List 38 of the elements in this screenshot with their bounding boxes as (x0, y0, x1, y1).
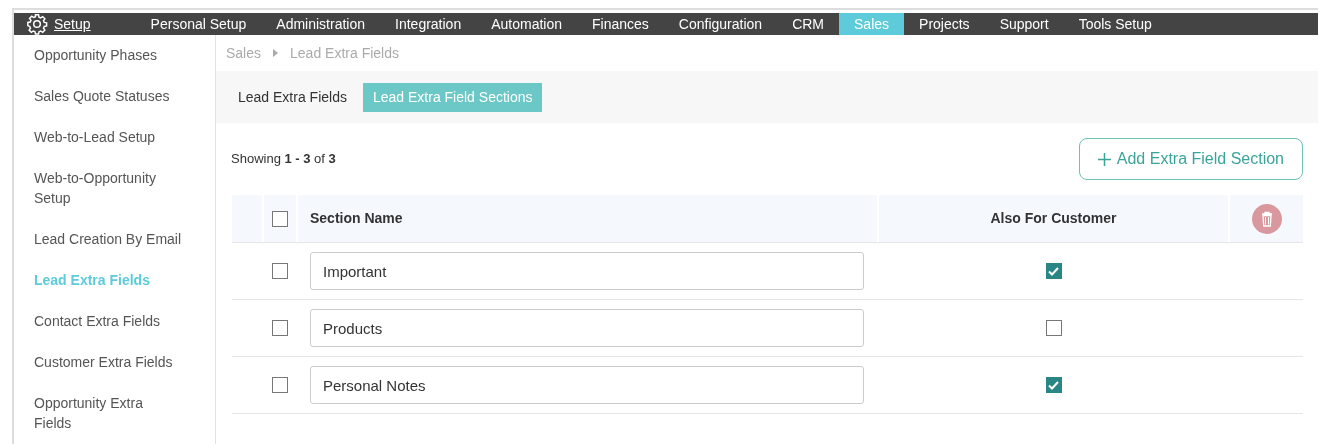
section-name-field[interactable]: Personal Notes (310, 366, 864, 404)
row-checkbox[interactable] (272, 263, 288, 279)
column-header: Section Name (310, 209, 403, 228)
also-for-customer-checkbox[interactable] (1045, 320, 1062, 336)
also-for-customer-checkbox[interactable] (1045, 377, 1062, 393)
sidebar-item[interactable]: Web-to-Lead Setup (34, 127, 184, 147)
select-all-checkbox[interactable] (272, 210, 288, 227)
nav-item[interactable]: Tools Setup (1063, 13, 1167, 35)
plus-icon (1097, 152, 1111, 166)
sidebar-item[interactable]: Sales Quote Statuses (34, 86, 184, 106)
nav-item[interactable]: Support (984, 13, 1064, 35)
nav-item[interactable]: Configuration (663, 13, 778, 35)
sidebar-item[interactable]: Lead Creation By Email (34, 229, 184, 249)
column-header: Also For Customer (990, 209, 1117, 228)
breadcrumb-current: Lead Extra Fields (290, 43, 399, 63)
nav-item[interactable]: Projects (904, 13, 985, 35)
sidebar-item[interactable]: Customer Extra Fields (34, 352, 184, 372)
nav-item[interactable]: Finances (577, 13, 664, 35)
nav-item[interactable]: Personal Setup (135, 13, 262, 35)
nav-item[interactable]: CRM (777, 13, 839, 35)
sidebar-item[interactable]: Contact Extra Fields (34, 311, 184, 331)
chevron-icon (273, 49, 279, 57)
gear-icon (26, 13, 48, 35)
section-name-field[interactable]: Important (310, 252, 864, 290)
sidebar-item[interactable]: Web-to-Opportunity Setup (34, 168, 184, 208)
setup-link[interactable]: Setup (14, 13, 106, 35)
section-name-field[interactable]: Products (310, 309, 864, 347)
delete-icon[interactable] (1251, 203, 1282, 234)
also-for-customer-checkbox[interactable] (1045, 263, 1062, 279)
sidebar-item[interactable]: Opportunity Extra Fields (34, 393, 184, 433)
tab[interactable]: Lead Extra Fields (228, 82, 357, 112)
nav-item[interactable]: Administration (261, 13, 381, 35)
sidebar-item[interactable]: Opportunity Phases (34, 45, 184, 65)
nav-item[interactable]: Integration (380, 13, 477, 35)
results-count: Showing 1 - 3 of 3 (231, 150, 336, 169)
row-checkbox[interactable] (272, 320, 288, 336)
nav-item[interactable]: Automation (476, 13, 578, 35)
row-checkbox[interactable] (272, 377, 288, 393)
